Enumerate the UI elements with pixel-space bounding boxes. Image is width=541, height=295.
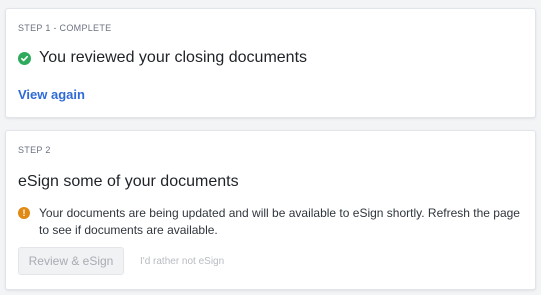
notice-text: Your documents are being updated and wil… xyxy=(39,206,520,237)
review-esign-button[interactable]: Review & eSign xyxy=(18,247,124,275)
check-circle-icon xyxy=(18,51,31,65)
warning-circle-icon: ! xyxy=(18,207,30,219)
step-1-status: You reviewed your closing documents xyxy=(18,49,307,67)
step-1-label: STEP 1 - COMPLETE xyxy=(18,23,112,33)
step-1-title: You reviewed your closing documents xyxy=(39,49,308,66)
step-2-label: STEP 2 xyxy=(18,145,51,155)
view-again-link[interactable]: View again xyxy=(18,87,85,102)
update-notice: ! Your documents are being updated and w… xyxy=(18,205,523,239)
step-1-card: STEP 1 - COMPLETE You reviewed your clos… xyxy=(5,8,536,118)
step-2-title: eSign some of your documents xyxy=(18,173,239,190)
step-2-card: STEP 2 eSign some of your documents ! Yo… xyxy=(5,130,536,290)
decline-esign-button[interactable]: I'd rather not eSign xyxy=(140,256,224,267)
step-2-actions: Review & eSign I'd rather not eSign xyxy=(18,247,224,275)
